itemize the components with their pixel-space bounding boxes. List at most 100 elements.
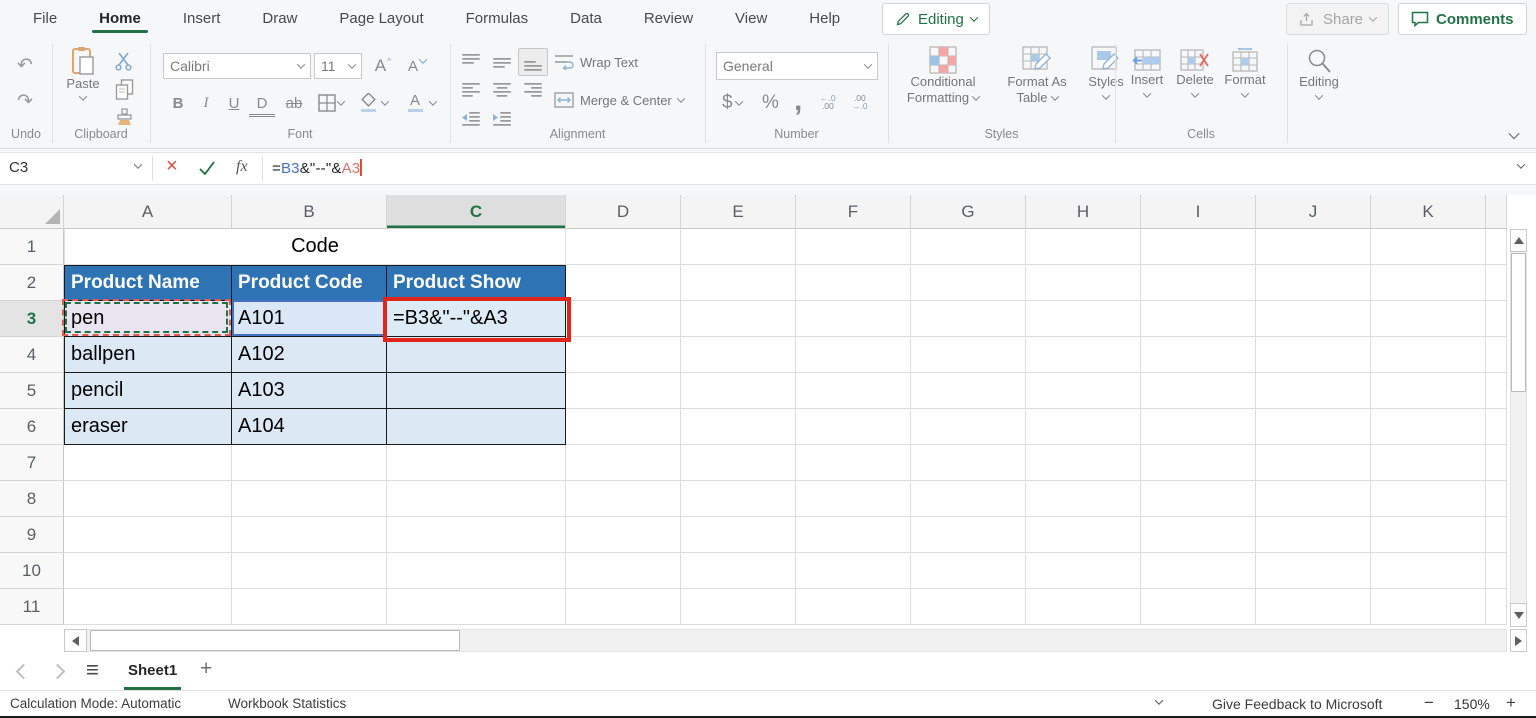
cell-h6[interactable] [1026,409,1141,445]
cell-j7[interactable] [1256,445,1371,481]
cell-a2[interactable]: Product Name [64,265,232,301]
wrap-text-button[interactable]: Wrap Text [554,54,638,70]
col-header-i[interactable]: I [1141,195,1256,229]
cell-g11[interactable] [911,589,1026,625]
redo-button[interactable]: ↷ [11,88,39,114]
cell-partial-2[interactable] [1486,265,1507,301]
scroll-down-button[interactable] [1510,603,1527,627]
name-box-chevron[interactable] [133,160,143,169]
delete-cells-button[interactable]: Delete [1172,48,1218,98]
cell-a6[interactable]: eraser [64,409,232,445]
col-header-f[interactable]: F [796,195,911,229]
scroll-right-button[interactable] [1510,629,1527,652]
cell-j11[interactable] [1256,589,1371,625]
cell-c5[interactable] [387,373,566,409]
cell-g4[interactable] [911,337,1026,373]
tab-data[interactable]: Data [549,2,623,35]
feedback-link[interactable]: Give Feedback to Microsoft [1212,696,1382,712]
workbook-statistics-button[interactable]: Workbook Statistics [228,696,346,711]
grow-font-button[interactable]: A ^ [370,53,396,79]
cell-g10[interactable] [911,553,1026,589]
cell-f6[interactable] [796,409,911,445]
col-header-a[interactable]: A [64,195,232,229]
cell-partial-1[interactable] [1486,229,1507,265]
cell-f9[interactable] [796,517,911,553]
cell-d3[interactable] [566,301,681,337]
align-center-button[interactable] [487,77,517,105]
align-left-button[interactable] [456,77,486,105]
increase-decimal-button[interactable]: ←.0 .00 [820,94,836,111]
percent-format-button[interactable]: % [762,92,779,114]
cell-b4[interactable]: A102 [232,337,387,373]
confirm-formula-button[interactable] [198,160,216,175]
number-format-select[interactable]: General [716,52,878,80]
cell-i6[interactable] [1141,409,1256,445]
scroll-left-button[interactable] [64,629,87,652]
col-header-k[interactable]: K [1371,195,1486,229]
copy-button[interactable] [110,76,138,102]
cell-k6[interactable] [1371,409,1486,445]
tab-formulas[interactable]: Formulas [445,2,550,35]
cell-partial-5[interactable] [1486,373,1507,409]
cell-b3[interactable]: A101 [232,301,387,337]
cell-f1[interactable] [796,229,911,265]
col-header-b[interactable]: B [232,195,387,229]
cell-j9[interactable] [1256,517,1371,553]
cell-e2[interactable] [681,265,796,301]
cell-d1[interactable] [566,229,681,265]
name-box[interactable]: C3 [9,159,28,176]
cell-j10[interactable] [1256,553,1371,589]
cell-d2[interactable] [566,265,681,301]
editing-mode-button[interactable]: Editing [882,3,990,35]
cell-c11[interactable] [387,589,566,625]
expand-formula-bar-chevron[interactable] [1516,160,1526,169]
cell-i5[interactable] [1141,373,1256,409]
cell-partial-6[interactable] [1486,409,1507,445]
cell-k9[interactable] [1371,517,1486,553]
cell-j6[interactable] [1256,409,1371,445]
align-top-button[interactable] [456,48,486,76]
tab-page-layout[interactable]: Page Layout [318,2,444,35]
tab-file[interactable]: File [12,2,78,35]
cell-e5[interactable] [681,373,796,409]
cell-e7[interactable] [681,445,796,481]
cell-d7[interactable] [566,445,681,481]
row-header-4[interactable]: 4 [0,337,64,373]
cell-d8[interactable] [566,481,681,517]
cell-b2[interactable]: Product Code [232,265,387,301]
cell-b7[interactable] [232,445,387,481]
scroll-up-button[interactable] [1510,229,1527,252]
formula-input[interactable]: =B3&"--"&A3 [272,159,362,177]
cell-e10[interactable] [681,553,796,589]
cell-i10[interactable] [1141,553,1256,589]
cell-i9[interactable] [1141,517,1256,553]
cell-k4[interactable] [1371,337,1486,373]
zoom-out-button[interactable]: − [1424,693,1434,713]
merge-center-button[interactable]: Merge & Center [554,92,686,108]
cell-i2[interactable] [1141,265,1256,301]
cell-g8[interactable] [911,481,1026,517]
cell-h10[interactable] [1026,553,1141,589]
cell-j5[interactable] [1256,373,1371,409]
cell-c10[interactable] [387,553,566,589]
zoom-in-button[interactable]: + [1506,693,1516,713]
cell-f3[interactable] [796,301,911,337]
col-header-g[interactable]: G [911,195,1026,229]
next-sheet-button[interactable] [49,663,66,680]
col-header-d[interactable]: D [566,195,681,229]
comma-format-button[interactable]: , [794,84,802,118]
cell-partial-8[interactable] [1486,481,1507,517]
cell-j4[interactable] [1256,337,1371,373]
cell-i8[interactable] [1141,481,1256,517]
cell-f7[interactable] [796,445,911,481]
status-bar-chevron[interactable] [1154,696,1164,705]
cell-d4[interactable] [566,337,681,373]
cell-c7[interactable] [387,445,566,481]
align-right-button[interactable] [518,77,548,105]
row-header-2[interactable]: 2 [0,265,64,301]
insert-cells-button[interactable]: Insert [1124,48,1170,98]
zoom-level-button[interactable]: 150% [1454,696,1490,712]
prev-sheet-button[interactable] [15,663,32,680]
cell-d6[interactable] [566,409,681,445]
cell-e9[interactable] [681,517,796,553]
